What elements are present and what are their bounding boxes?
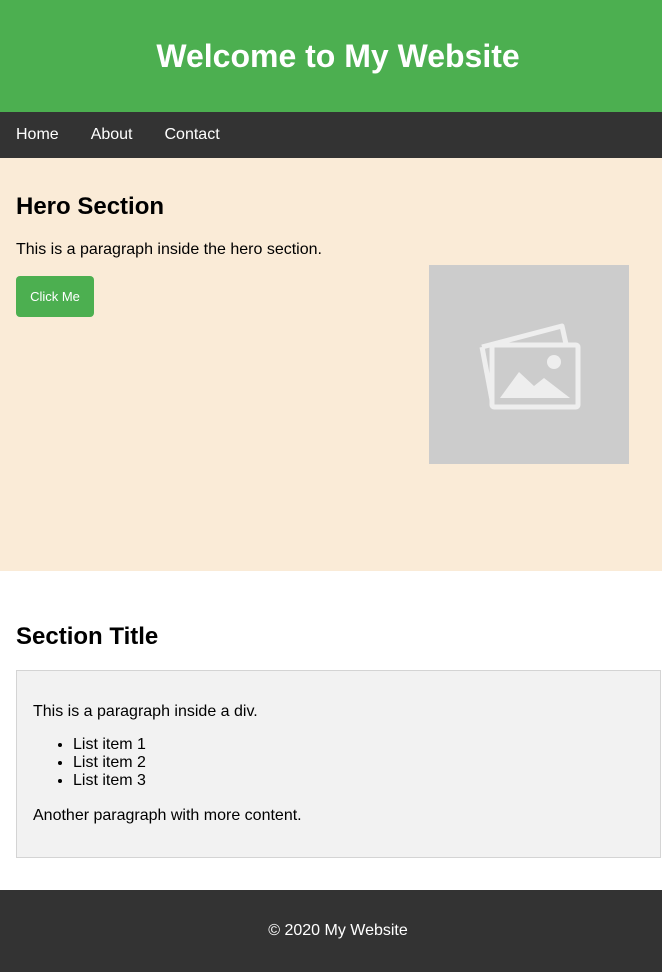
content-paragraph-1: This is a paragraph inside a div.: [33, 703, 258, 720]
nav-item-about[interactable]: About: [91, 126, 133, 144]
main-nav: Home About Contact: [0, 112, 662, 158]
list-item: List item 2: [73, 754, 146, 772]
image-placeholder-icon: [479, 323, 581, 409]
site-title: Welcome to My Website: [156, 37, 520, 74]
hero-title: Hero Section: [16, 193, 165, 220]
nav-item-contact[interactable]: Contact: [165, 126, 220, 144]
content-box: This is a paragraph inside a div. List i…: [16, 670, 661, 858]
list-item: List item 1: [73, 736, 146, 754]
hero-section: Hero Section This is a paragraph inside …: [0, 158, 662, 571]
site-header: Welcome to My Website: [0, 0, 662, 112]
section-title: Section Title: [16, 623, 159, 650]
nav-item-home[interactable]: Home: [16, 126, 59, 144]
list-item: List item 3: [73, 772, 146, 790]
site-footer: © 2020 My Website: [0, 890, 662, 972]
content-list: List item 1 List item 2 List item 3: [33, 736, 146, 790]
content-section: Section Title This is a paragraph inside…: [0, 571, 662, 890]
content-paragraph-2: Another paragraph with more content.: [33, 807, 302, 824]
hero-image: [429, 265, 629, 464]
hero-paragraph: This is a paragraph inside the hero sect…: [16, 241, 322, 258]
footer-copyright: © 2020 My Website: [268, 922, 408, 939]
click-me-button[interactable]: Click Me: [16, 276, 94, 317]
